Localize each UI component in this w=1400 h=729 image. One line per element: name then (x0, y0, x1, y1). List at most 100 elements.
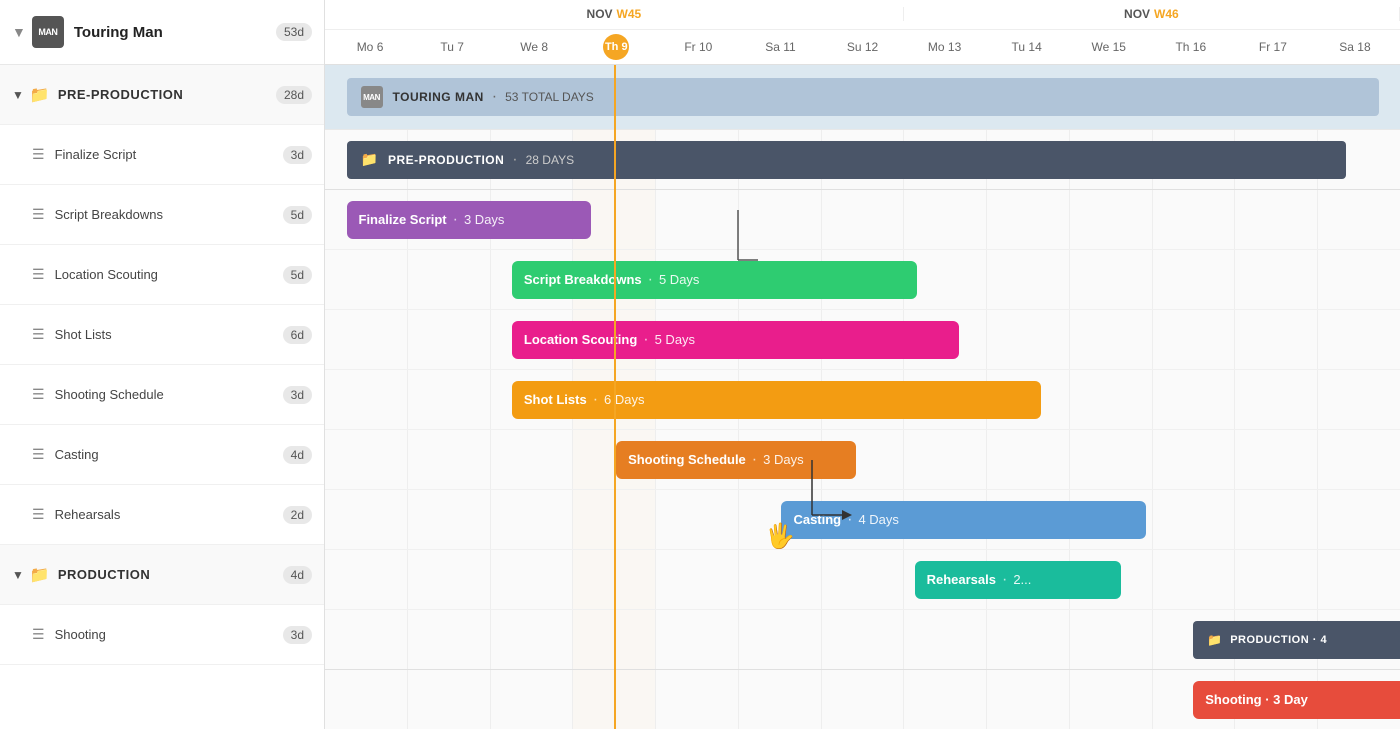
script-dot: · (648, 271, 653, 289)
rehearsals-bar[interactable]: Rehearsals · 2... (915, 561, 1122, 599)
day-row: Mo 6 Tu 7 We 8 Th 9 Fr 10 Sa 11 Su 12 Mo… (325, 30, 1400, 64)
today-line (614, 65, 616, 729)
section-days-prod: 4d (283, 566, 312, 584)
task-days-rehearsals: 2d (283, 506, 312, 524)
gantt-body: MAN TOURING MAN · 53 TOTAL DAYS 📁 PRE-PR… (325, 65, 1400, 729)
task-label-finalize: Finalize Script (55, 147, 283, 162)
task-icon-script: ☰ (32, 206, 45, 223)
task-casting[interactable]: ☰ Casting 4d (0, 425, 324, 485)
task-icon-location: ☰ (32, 266, 45, 283)
finalize-script-bar[interactable]: Finalize Script · 3 Days (347, 201, 591, 239)
shot-label: Shot Lists (524, 392, 587, 407)
week-row: NOV W45 NOV W46 (325, 0, 1400, 30)
project-row[interactable]: ▼ MAN Touring Man 53d (0, 0, 324, 65)
rehearsals-days: 2... (1013, 572, 1031, 587)
nov-label-w46: NOV (1124, 7, 1150, 21)
day-su12: Su 12 (821, 40, 903, 54)
location-days: 5 Days (655, 332, 695, 347)
task-days-shot: 6d (283, 326, 312, 344)
section-production[interactable]: ▼ 📁 PRODUCTION 4d (0, 545, 324, 605)
prod-bar-label: PRODUCTION · 4 (1230, 634, 1327, 646)
day-sa18: Sa 18 (1314, 40, 1396, 54)
gantt-casting-row: Casting · 4 Days 🖐 (325, 490, 1400, 550)
section-chevron-prod: ▼ (12, 568, 24, 582)
shooting-bar[interactable]: Shooting · 3 Day (1193, 681, 1400, 719)
script-days: 5 Days (659, 272, 699, 287)
w45-label: W45 (617, 7, 642, 21)
task-days-casting: 4d (283, 446, 312, 464)
location-scouting-bar[interactable]: Location Scouting · 5 Days (512, 321, 959, 359)
w46-label: W46 (1154, 7, 1179, 21)
rehearsals-label: Rehearsals (927, 572, 996, 587)
gantt-project-row: MAN TOURING MAN · 53 TOTAL DAYS (325, 65, 1400, 130)
week-w45: NOV W45 (325, 7, 904, 21)
project-icon: MAN (32, 16, 64, 48)
project-bar[interactable]: MAN TOURING MAN · 53 TOTAL DAYS (347, 78, 1379, 116)
nov-label-w45: NOV (587, 7, 613, 21)
location-label: Location Scouting (524, 332, 637, 347)
finalize-days: 3 Days (464, 212, 504, 227)
script-label: Script Breakdowns (524, 272, 642, 287)
task-days-location: 5d (283, 266, 312, 284)
task-icon-finalize: ☰ (32, 146, 45, 163)
script-breakdowns-bar[interactable]: Script Breakdowns · 5 Days (512, 261, 917, 299)
task-label-shooting: Shooting (55, 627, 283, 642)
project-chevron[interactable]: ▼ (12, 24, 26, 40)
task-icon-shot: ☰ (32, 326, 45, 343)
section-pre-production[interactable]: ▼ 📁 PRE-PRODUCTION 28d (0, 65, 324, 125)
shooting-sched-days: 3 Days (763, 452, 803, 467)
cursor-icon: 🖐 (765, 522, 795, 551)
project-bar-label: TOURING MAN (393, 90, 484, 104)
location-dot: · (643, 331, 648, 349)
gantt-chart: NOV W45 NOV W46 Mo 6 Tu 7 We 8 Th 9 Fr 1… (325, 0, 1400, 729)
today-badge: Th 9 (603, 34, 629, 60)
task-label-shot: Shot Lists (55, 327, 283, 342)
shooting-sched-dot: · (752, 451, 757, 469)
app-container: ▼ MAN Touring Man 53d ▼ 📁 PRE-PRODUCTION… (0, 0, 1400, 729)
project-bar-icon: MAN (361, 86, 383, 108)
section-label-pre: PRE-PRODUCTION (58, 87, 276, 102)
day-we15: We 15 (1068, 40, 1150, 54)
finalize-dot: · (453, 211, 458, 229)
task-days-script: 5d (283, 206, 312, 224)
task-days-finalize: 3d (283, 146, 312, 164)
casting-days: 4 Days (858, 512, 898, 527)
day-we8: We 8 (493, 40, 575, 54)
task-shot-lists[interactable]: ☰ Shot Lists 6d (0, 305, 324, 365)
finalize-label: Finalize Script (359, 212, 447, 227)
shooting-label: Shooting · 3 Day (1205, 692, 1308, 707)
gantt-script-row: Script Breakdowns · 5 Days (325, 250, 1400, 310)
task-location-scouting[interactable]: ☰ Location Scouting 5d (0, 245, 324, 305)
week-w46: NOV W46 (904, 7, 1400, 21)
day-sa11: Sa 11 (739, 40, 821, 54)
task-shooting[interactable]: ☰ Shooting 3d (0, 605, 324, 665)
project-days: 53d (276, 23, 312, 41)
task-icon-shooting: ☰ (32, 626, 45, 643)
task-icon-rehearsals: ☰ (32, 506, 45, 523)
production-bar[interactable]: 📁 PRODUCTION · 4 (1193, 621, 1400, 659)
gantt-shot-row: Shot Lists · 6 Days (325, 370, 1400, 430)
project-name: Touring Man (74, 24, 276, 41)
folder-icon-pre: 📁 (30, 85, 50, 105)
day-mo13: Mo 13 (904, 40, 986, 54)
shooting-sched-label: Shooting Schedule (628, 452, 746, 467)
pre-production-bar[interactable]: 📁 PRE-PRODUCTION · 28 DAYS (347, 141, 1347, 179)
prod-bar-icon: 📁 (1207, 633, 1222, 647)
casting-dependency-arrow (812, 460, 852, 535)
task-label-casting: Casting (55, 447, 283, 462)
day-mo6: Mo 6 (329, 40, 411, 54)
shot-lists-bar[interactable]: Shot Lists · 6 Days (512, 381, 1042, 419)
task-label-shooting-sched: Shooting Schedule (55, 387, 283, 402)
gantt-shooting-row: Shooting · 3 Day (325, 670, 1400, 729)
task-script-breakdowns[interactable]: ☰ Script Breakdowns 5d (0, 185, 324, 245)
task-rehearsals[interactable]: ☰ Rehearsals 2d (0, 485, 324, 545)
gantt-rehearsals-row: Rehearsals · 2... (325, 550, 1400, 610)
day-th9: Th 9 (575, 34, 657, 60)
task-label-rehearsals: Rehearsals (55, 507, 283, 522)
task-finalize-script[interactable]: ☰ Finalize Script 3d (0, 125, 324, 185)
task-shooting-schedule[interactable]: ☰ Shooting Schedule 3d (0, 365, 324, 425)
task-icon-shooting-sched: ☰ (32, 386, 45, 403)
shot-dot: · (593, 391, 598, 409)
day-tu7: Tu 7 (411, 40, 493, 54)
gantt-shooting-sched-row: Shooting Schedule · 3 Days (325, 430, 1400, 490)
